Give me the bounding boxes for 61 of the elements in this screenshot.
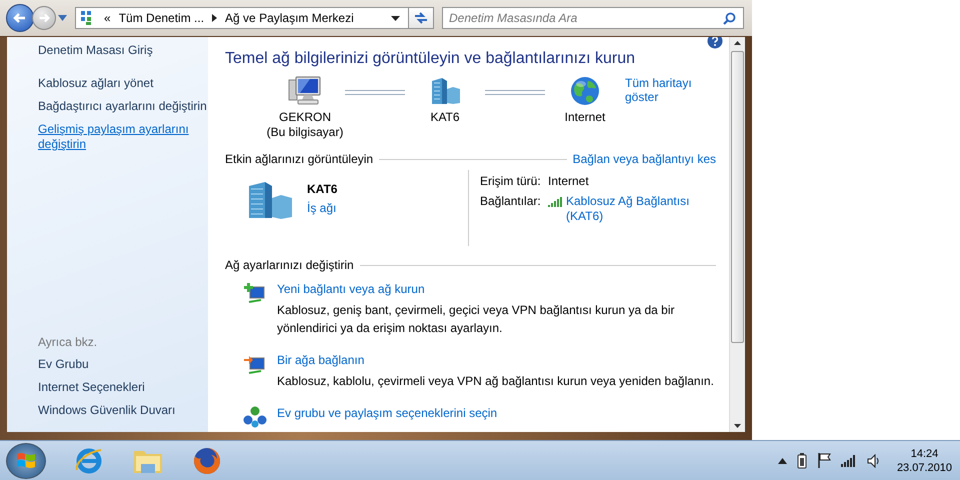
sidebar-link[interactable]: Windows Güvenlik Duvarı (38, 403, 176, 418)
breadcrumb-item[interactable]: Tüm Denetim ... (118, 11, 204, 25)
section-heading: Etkin ağlarınızı görüntüleyin (225, 152, 374, 166)
sidebar-link[interactable]: Kablosuz ağları yönet (38, 76, 154, 91)
scrollbar-thumb[interactable] (731, 51, 744, 343)
connection-link[interactable]: Kablosuz Ağ Bağlantısı (KAT6) (566, 194, 716, 224)
signal-bars-icon (548, 197, 563, 207)
task-description: Kablosuz, geniş bant, çevirmeli, geçici veya VPN bağlantısı kurun ya da bir yönlendirici ya da erişim noktası ayarlayın. (276, 302, 676, 337)
connect-network-icon (243, 353, 267, 377)
clock[interactable]: 14:24 23.07.2010 (896, 446, 952, 474)
flag-icon[interactable] (816, 453, 831, 468)
connect-disconnect-link[interactable]: Bağlan veya bağlantıyı kes (572, 152, 716, 166)
node-label: KAT6 (430, 110, 460, 125)
new-connection-icon (243, 282, 267, 306)
detail-value: Internet (548, 174, 590, 189)
detail-label: Bağlantılar: (480, 194, 542, 208)
scrollbar[interactable] (729, 37, 745, 432)
section-heading: Ayrıca bkz. (38, 335, 98, 349)
globe-icon (570, 76, 600, 106)
sidebar-link[interactable]: Gelişmiş paylaşım ayarlarını değiştirin (38, 122, 208, 152)
page-title: Temel ağ bilgilerinizi görüntüleyin ve bağlantılarınızı kurun (225, 50, 636, 68)
back-button[interactable] (6, 4, 34, 32)
sidebar-link[interactable]: Ev Grubu (38, 357, 89, 372)
node-label: GEKRON (278, 110, 331, 125)
refresh-button[interactable] (408, 7, 434, 29)
task-link[interactable]: Bir ağa bağlanın (277, 353, 714, 367)
show-hidden-icons-icon[interactable] (778, 458, 787, 464)
chevron-icon (212, 14, 218, 22)
node-label: Internet (564, 110, 606, 125)
section-heading: Ağ ayarlarınızı değiştirin (225, 258, 354, 272)
battery-icon[interactable] (796, 452, 807, 468)
speaker-icon[interactable] (866, 454, 881, 468)
network-type-link[interactable]: İş ağı (307, 201, 338, 215)
building-icon (429, 76, 461, 106)
task-description: Kablosuz, kablolu, çevirmeli veya VPN ağ bağlantısı kurun veya yeniden bağlanın. (277, 373, 714, 390)
scroll-down-icon[interactable] (734, 424, 741, 428)
forward-arrow-icon (37, 11, 51, 25)
show-full-map-link[interactable]: Tüm haritayı göster (625, 76, 716, 104)
scroll-up-icon[interactable] (734, 41, 741, 45)
breadcrumb-item[interactable]: Ağ ve Paylaşım Merkezi (225, 11, 354, 25)
browser-e-icon[interactable] (74, 446, 104, 476)
breadcrumb-overflow[interactable]: « (104, 11, 111, 25)
signal-bars-icon[interactable] (840, 454, 857, 466)
search-field[interactable]: Denetim Masasında Ara (442, 7, 744, 29)
network-name: KAT6 (307, 182, 338, 196)
sidebar-link[interactable]: Denetim Masası Giriş (38, 43, 153, 58)
sidebar-link[interactable]: Bağdaştırıcı ayarlarını değiştirin (38, 99, 207, 114)
address-bar[interactable]: « Tüm Denetim ... Ağ ve Paylaşım Merkezi (75, 7, 409, 29)
task-link[interactable]: Ev grubu ve paylaşım seçeneklerini seçin (277, 406, 498, 420)
start-button[interactable] (6, 442, 46, 478)
detail-label: Erişim türü: (480, 174, 542, 188)
task-link[interactable]: Yeni bağlantı veya ağ kurun (276, 282, 716, 296)
sidebar-link[interactable]: Internet Seçenekleri (38, 380, 145, 395)
refresh-icon (413, 11, 429, 25)
computer-icon (288, 76, 322, 106)
search-icon[interactable] (723, 12, 736, 25)
node-sublabel: (Bu bilgisayar) (266, 125, 344, 140)
help-icon[interactable] (707, 37, 723, 49)
dropdown-arrow-icon[interactable] (391, 16, 400, 20)
homegroup-icon (243, 406, 267, 428)
firefox-icon[interactable] (192, 446, 222, 476)
